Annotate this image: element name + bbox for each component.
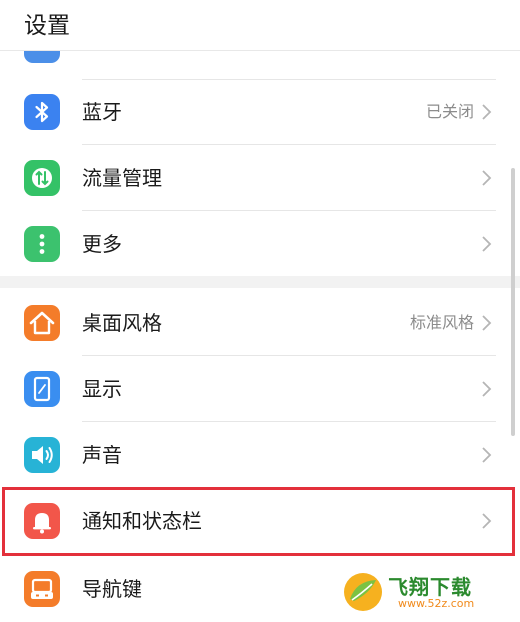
- setting-row-display[interactable]: 显示: [0, 356, 520, 422]
- home-icon: [24, 305, 60, 341]
- setting-label: 桌面风格: [82, 311, 162, 335]
- display-icon: [24, 371, 60, 407]
- setting-label: 流量管理: [82, 166, 162, 190]
- setting-value: 标准风格: [409, 313, 474, 332]
- chevron-right-icon: [482, 170, 492, 186]
- watermark-name: 飞翔下载: [388, 575, 472, 599]
- setting-row-more[interactable]: 更多: [0, 211, 520, 277]
- watermark: 飞翔下载 www.52z.com: [342, 569, 512, 615]
- setting-row-sound[interactable]: 声音: [0, 422, 520, 488]
- bluetooth-icon: [24, 94, 60, 130]
- chevron-right-icon: [482, 104, 492, 120]
- page-title: 设置: [24, 13, 70, 39]
- partial-setting-icon: [24, 50, 60, 63]
- watermark-logo-icon: [344, 573, 382, 611]
- watermark-url: www.52z.com: [398, 597, 475, 610]
- setting-label: 声音: [82, 443, 122, 467]
- setting-value: 已关闭: [425, 102, 474, 121]
- setting-row-data-traffic[interactable]: 流量管理: [0, 145, 520, 211]
- chevron-right-icon: [482, 315, 492, 331]
- chevron-right-icon: [482, 381, 492, 397]
- scrollbar[interactable]: [511, 168, 515, 436]
- chevron-right-icon: [482, 447, 492, 463]
- app-header: 设置: [0, 0, 520, 51]
- setting-label: 蓝牙: [82, 100, 122, 124]
- highlight-box: [2, 487, 515, 556]
- navigation-key-icon: [24, 571, 60, 607]
- setting-label: 导航键: [82, 577, 142, 601]
- speaker-icon: [24, 437, 60, 473]
- setting-label: 显示: [82, 377, 122, 401]
- setting-row-bluetooth[interactable]: 蓝牙 已关闭: [0, 79, 520, 145]
- section-separator: [0, 276, 520, 288]
- setting-row-desktop-style[interactable]: 桌面风格 标准风格: [0, 290, 520, 356]
- data-traffic-icon: [24, 160, 60, 196]
- chevron-right-icon: [482, 236, 492, 252]
- more-dots-icon: [24, 226, 60, 262]
- setting-label: 更多: [82, 232, 122, 256]
